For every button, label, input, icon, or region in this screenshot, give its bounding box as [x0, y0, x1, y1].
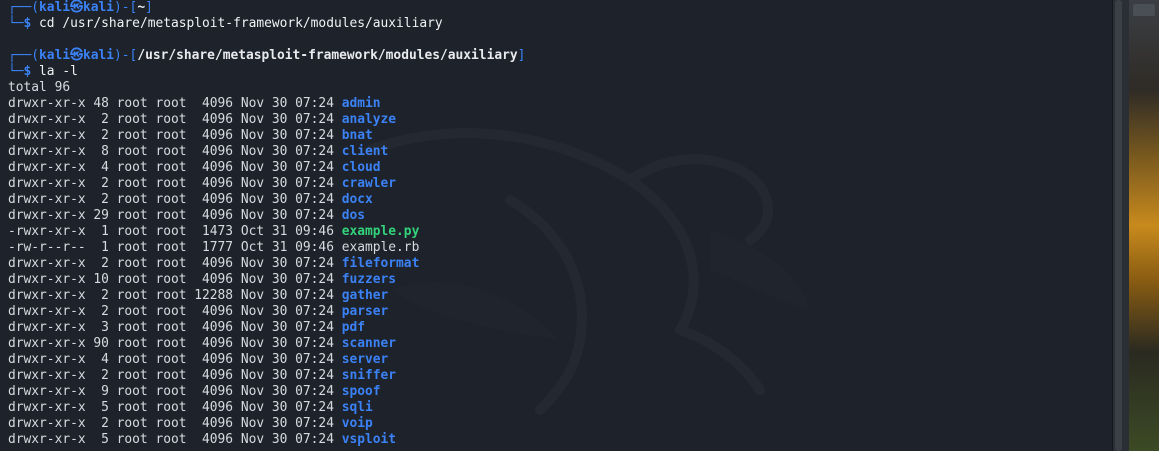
listing-row: drwxr-xr-x 2 root root 4096 Nov 30 07:24…: [8, 416, 1112, 432]
file-meta: drwxr-xr-x 29 root root 4096 Nov 30 07:2…: [8, 208, 342, 223]
file-name: sniffer: [341, 368, 397, 383]
prompt-close: ]: [517, 48, 526, 63]
listing-row: drwxr-xr-x 90 root root 4096 Nov 30 07:2…: [8, 336, 1112, 352]
file-meta: drwxr-xr-x 10 root root 4096 Nov 30 07:2…: [8, 272, 342, 287]
file-meta: drwxr-xr-x 3 root root 4096 Nov 30 07:24: [8, 320, 342, 335]
file-meta: drwxr-xr-x 2 root root 4096 Nov 30 07:24: [8, 304, 342, 319]
file-name: server: [341, 352, 389, 367]
listing-row: drwxr-xr-x 2 root root 4096 Nov 30 07:24…: [8, 176, 1112, 192]
file-meta: drwxr-xr-x 2 root root 4096 Nov 30 07:24: [8, 112, 342, 127]
file-meta: drwxr-xr-x 2 root root 4096 Nov 30 07:24: [8, 128, 342, 143]
prompt-separator: )-[: [114, 0, 138, 15]
listing-row: -rw-r--r-- 1 root root 1777 Oct 31 09:46…: [8, 240, 1112, 256]
prompt-dollar: └─$: [8, 64, 40, 79]
prompt-corner: ┌──(: [8, 48, 40, 63]
listing-row: drwxr-xr-x 5 root root 4096 Nov 30 07:24…: [8, 432, 1112, 448]
prompt-line: ┌──(kali㉿kali)-[~]: [8, 0, 1112, 16]
file-name: dos: [341, 208, 366, 223]
prompt-separator: )-[: [114, 48, 138, 63]
file-meta: drwxr-xr-x 2 root root 12288 Nov 30 07:2…: [8, 288, 342, 303]
listing-row: drwxr-xr-x 2 root root 4096 Nov 30 07:24…: [8, 256, 1112, 272]
prompt-dollar: └─$: [8, 16, 40, 31]
file-name: voip: [341, 416, 373, 431]
command-text: la -l: [39, 64, 78, 79]
file-name: admin: [341, 96, 381, 111]
file-meta: drwxr-xr-x 90 root root 4096 Nov 30 07:2…: [8, 336, 342, 351]
file-name: docx: [341, 192, 373, 207]
file-name: fuzzers: [341, 272, 397, 287]
listing-row: drwxr-xr-x 2 root root 4096 Nov 30 07:24…: [8, 304, 1112, 320]
terminal-window[interactable]: ┌──(kali㉿kali)-[~] └─$ cd /usr/share/met…: [0, 0, 1112, 451]
file-meta: drwxr-xr-x 5 root root 4096 Nov 30 07:24: [8, 432, 342, 447]
file-name: gather: [341, 288, 389, 303]
file-name: bnat: [341, 128, 373, 143]
listing-row: drwxr-xr-x 2 root root 12288 Nov 30 07:2…: [8, 288, 1112, 304]
file-meta: -rw-r--r-- 1 root root 1777 Oct 31 09:46: [8, 240, 342, 255]
file-name: example.py: [341, 224, 420, 239]
prompt-path: /usr/share/metasploit-framework/modules/…: [137, 48, 518, 63]
listing-row: drwxr-xr-x 2 root root 4096 Nov 30 07:24…: [8, 112, 1112, 128]
file-name: fileformat: [341, 256, 420, 271]
file-meta: drwxr-xr-x 2 root root 4096 Nov 30 07:24: [8, 368, 342, 383]
listing-row: drwxr-xr-x 2 root root 4096 Nov 30 07:24…: [8, 192, 1112, 208]
listing-row: drwxr-xr-x 29 root root 4096 Nov 30 07:2…: [8, 208, 1112, 224]
file-meta: drwxr-xr-x 2 root root 4096 Nov 30 07:24: [8, 416, 342, 431]
file-meta: drwxr-xr-x 2 root root 4096 Nov 30 07:24: [8, 192, 342, 207]
file-name: parser: [341, 304, 389, 319]
file-meta: drwxr-xr-x 48 root root 4096 Nov 30 07:2…: [8, 96, 342, 111]
command-line: └─$ la -l: [8, 64, 1112, 80]
file-meta: drwxr-xr-x 2 root root 4096 Nov 30 07:24: [8, 176, 342, 191]
file-meta: drwxr-xr-x 4 root root 4096 Nov 30 07:24: [8, 160, 342, 175]
prompt-path: ~: [137, 0, 146, 15]
total-line: total 96: [8, 80, 71, 95]
prompt-corner: ┌──(: [8, 0, 40, 15]
file-name: analyze: [341, 112, 397, 127]
scrollbar-thumb[interactable]: [1115, 0, 1122, 451]
listing-row: drwxr-xr-x 5 root root 4096 Nov 30 07:24…: [8, 400, 1112, 416]
terminal-output: ┌──(kali㉿kali)-[~] └─$ cd /usr/share/met…: [8, 0, 1112, 448]
listing-row: drwxr-xr-x 48 root root 4096 Nov 30 07:2…: [8, 96, 1112, 112]
file-meta: drwxr-xr-x 2 root root 4096 Nov 30 07:24: [8, 256, 342, 271]
file-name: cloud: [341, 160, 381, 175]
listing-row: drwxr-xr-x 3 root root 4096 Nov 30 07:24…: [8, 320, 1112, 336]
listing-row: drwxr-xr-x 2 root root 4096 Nov 30 07:24…: [8, 368, 1112, 384]
file-meta: -rwxr-xr-x 1 root root 1473 Oct 31 09:46: [8, 224, 342, 239]
prompt-line: ┌──(kali㉿kali)-[/usr/share/metasploit-fr…: [8, 48, 1112, 64]
file-name: crawler: [341, 176, 397, 191]
prompt-close: ]: [145, 0, 153, 15]
file-name: spoof: [341, 384, 381, 399]
command-text: cd /usr/share/metasploit-framework/modul…: [39, 16, 443, 31]
file-name: pdf: [341, 320, 366, 335]
file-name: client: [341, 144, 389, 159]
listing-row: drwxr-xr-x 8 root root 4096 Nov 30 07:24…: [8, 144, 1112, 160]
listing-row: drwxr-xr-x 2 root root 4096 Nov 30 07:24…: [8, 128, 1112, 144]
listing-row: drwxr-xr-x 9 root root 4096 Nov 30 07:24…: [8, 384, 1112, 400]
listing-row: drwxr-xr-x 10 root root 4096 Nov 30 07:2…: [8, 272, 1112, 288]
file-name: sqli: [341, 400, 373, 415]
file-name: vsploit: [341, 432, 397, 447]
file-meta: drwxr-xr-x 5 root root 4096 Nov 30 07:24: [8, 400, 342, 415]
file-meta: drwxr-xr-x 8 root root 4096 Nov 30 07:24: [8, 144, 342, 159]
listing-row: drwxr-xr-x 4 root root 4096 Nov 30 07:24…: [8, 352, 1112, 368]
file-meta: drwxr-xr-x 9 root root 4096 Nov 30 07:24: [8, 384, 342, 399]
adjacent-window-control[interactable]: [1133, 4, 1155, 16]
file-name: example.rb: [341, 240, 420, 255]
window-edge: [1123, 0, 1129, 451]
listing-row: -rwxr-xr-x 1 root root 1473 Oct 31 09:46…: [8, 224, 1112, 240]
listing-row: drwxr-xr-x 4 root root 4096 Nov 30 07:24…: [8, 160, 1112, 176]
command-line: └─$ cd /usr/share/metasploit-framework/m…: [8, 16, 1112, 32]
file-name: scanner: [341, 336, 397, 351]
prompt-user: kali㉿kali: [39, 48, 115, 63]
file-meta: drwxr-xr-x 4 root root 4096 Nov 30 07:24: [8, 352, 342, 367]
prompt-user: kali㉿kali: [39, 0, 115, 15]
